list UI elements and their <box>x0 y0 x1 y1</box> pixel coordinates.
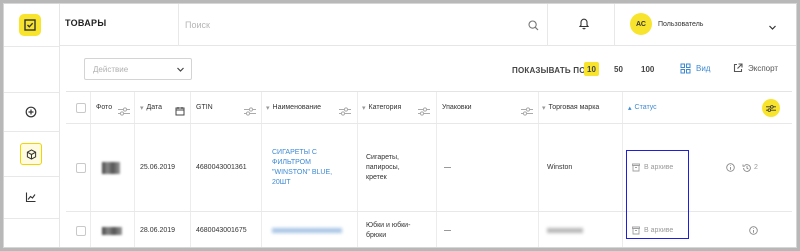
row-brand <box>547 228 583 233</box>
table-header-row: Фото ▾ Дата GTIN ▾ Наименование ▾ Категория <box>66 92 792 124</box>
category-line: Юбки и юбки- <box>366 221 411 229</box>
sort-arrow-icon[interactable]: ▾ <box>140 104 144 112</box>
chevron-down-icon <box>176 65 185 76</box>
select-all-checkbox[interactable] <box>76 102 86 113</box>
row-packages: — <box>444 164 451 171</box>
product-name-line: "WINSTON" BLUE, <box>272 168 333 176</box>
row-gtin: 4680043001675 <box>196 227 247 234</box>
category-line: папиросы, <box>366 163 400 171</box>
col-header-date[interactable]: Дата <box>147 104 163 111</box>
col-header-photo[interactable]: Фото <box>96 92 112 123</box>
top-bar: ТОВАРЫ АС Пользователь <box>60 4 796 46</box>
row-gtin: 4680043001361 <box>196 164 247 171</box>
add-circle-icon[interactable] <box>20 101 42 123</box>
sort-arrow-icon[interactable]: ▾ <box>362 104 366 112</box>
page-title: ТОВАРЫ <box>65 18 107 28</box>
column-settings-icon[interactable] <box>521 103 533 121</box>
settings-sliders-icon <box>766 104 776 112</box>
row-brand: Winston <box>547 164 573 171</box>
page-size-50[interactable]: 50 <box>611 62 626 76</box>
column-settings-icon[interactable] <box>339 103 351 121</box>
row-packages: — <box>444 227 451 234</box>
chart-icon[interactable] <box>20 186 42 208</box>
col-header-brand[interactable]: Торговая марка <box>549 104 600 111</box>
column-settings-icon[interactable] <box>244 103 256 121</box>
row-category: Сигареты, папиросы, кретек <box>366 153 400 183</box>
product-name-link[interactable] <box>272 228 342 233</box>
avatar[interactable]: АС <box>630 13 652 35</box>
column-settings-icon[interactable] <box>118 103 130 121</box>
view-grid-icon <box>680 63 691 74</box>
col-header-packages[interactable]: Упаковки <box>442 92 472 123</box>
product-name-line: СИГАРЕТЫ С <box>272 148 317 156</box>
col-header-gtin[interactable]: GTIN <box>196 92 213 123</box>
row-date: 28.06.2019 <box>140 227 176 234</box>
page-size-10[interactable]: 10 <box>584 62 599 76</box>
product-name-line: 20ШТ <box>272 178 291 186</box>
products-cube-icon[interactable] <box>20 143 42 165</box>
sort-arrow-icon[interactable]: ▾ <box>266 104 270 112</box>
calendar-icon[interactable] <box>175 103 185 121</box>
product-photo[interactable] <box>102 161 120 174</box>
export-button[interactable]: Экспорт <box>733 63 778 73</box>
history-count: 2 <box>754 164 758 171</box>
category-line: брюки <box>366 231 387 239</box>
logo-icon[interactable] <box>19 14 41 36</box>
category-line: кретек <box>366 173 387 181</box>
col-header-status[interactable]: Статус <box>635 104 657 111</box>
view-label: Вид <box>696 64 711 73</box>
row-category: Юбки и юбки- брюки <box>366 221 410 241</box>
history-icon <box>742 163 751 172</box>
sidebar <box>4 4 60 247</box>
col-header-name[interactable]: Наименование <box>273 104 322 111</box>
view-button[interactable]: Вид <box>680 63 710 74</box>
category-line: Сигареты, <box>366 153 399 161</box>
page-size-100[interactable]: 100 <box>638 62 657 76</box>
table-settings-button[interactable] <box>762 99 780 117</box>
product-photo[interactable] <box>102 226 122 235</box>
app-window: ТОВАРЫ АС Пользователь Действие ПОКАЗЫВА… <box>3 3 797 248</box>
action-select[interactable]: Действие <box>84 58 192 80</box>
product-name-link[interactable]: СИГАРЕТЫ С ФИЛЬТРОМ "WINSTON" BLUE, 20ШТ <box>272 148 332 188</box>
search-input[interactable] <box>185 16 405 34</box>
export-icon <box>733 63 743 73</box>
sort-arrow-icon[interactable]: ▴ <box>628 104 632 112</box>
user-name[interactable]: Пользователь <box>658 21 703 28</box>
status-highlight-box <box>626 150 689 239</box>
column-settings-icon[interactable] <box>418 103 430 121</box>
product-name-line: ФИЛЬТРОМ <box>272 158 311 166</box>
chevron-down-icon[interactable] <box>768 19 777 37</box>
col-header-category[interactable]: Категория <box>369 104 402 111</box>
history-button[interactable]: 2 <box>742 124 758 211</box>
export-label: Экспорт <box>748 63 779 73</box>
row-checkbox[interactable] <box>76 225 86 236</box>
page-size-label: ПОКАЗЫВАТЬ ПО: <box>512 66 589 75</box>
row-checkbox[interactable] <box>76 162 86 173</box>
sort-arrow-icon[interactable]: ▾ <box>542 104 546 112</box>
info-icon[interactable] <box>749 212 758 247</box>
info-icon[interactable] <box>726 124 735 211</box>
row-date: 25.06.2019 <box>140 164 176 171</box>
search-icon[interactable] <box>528 18 539 36</box>
action-select-value: Действие <box>93 65 129 74</box>
bell-icon[interactable] <box>578 17 590 35</box>
